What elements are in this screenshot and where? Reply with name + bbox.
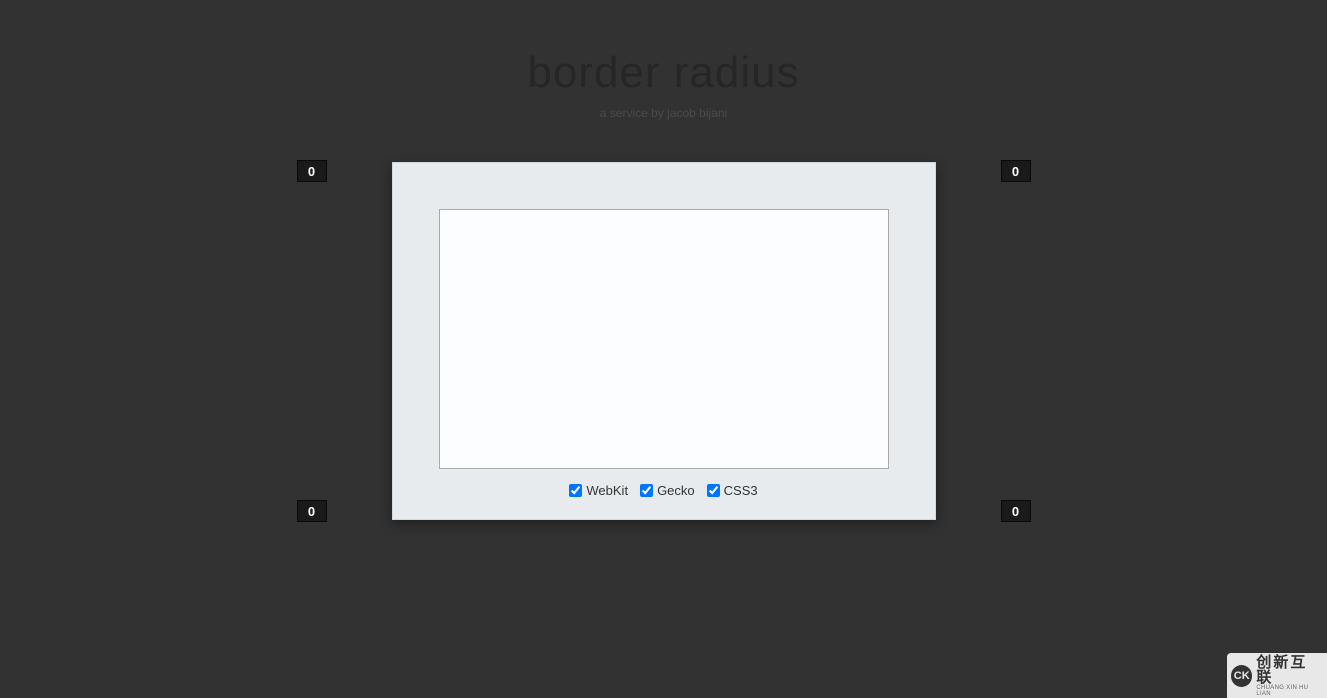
css3-label[interactable]: CSS3 <box>724 483 758 498</box>
corner-top-left-input[interactable] <box>297 160 327 182</box>
gecko-checkbox[interactable] <box>640 484 653 497</box>
watermark-sub-text: CHUANG XIN HU LIAN <box>1256 685 1323 697</box>
webkit-label[interactable]: WebKit <box>586 483 628 498</box>
corner-bottom-left-input[interactable] <box>297 500 327 522</box>
watermark-main-text: 创新互联 <box>1256 655 1323 685</box>
webkit-checkbox[interactable] <box>569 484 582 497</box>
corner-top-right-input[interactable] <box>1001 160 1031 182</box>
page-title: border radius <box>0 48 1327 98</box>
border-radius-preview <box>439 209 889 469</box>
css3-checkbox-group: CSS3 <box>707 483 758 498</box>
corner-bottom-right-input[interactable] <box>1001 500 1031 522</box>
gecko-label[interactable]: Gecko <box>657 483 695 498</box>
checkbox-row: WebKit Gecko CSS3 <box>439 483 889 498</box>
watermark-icon: CK <box>1231 665 1252 687</box>
watermark-text-group: 创新互联 CHUANG XIN HU LIAN <box>1256 655 1323 697</box>
gecko-checkbox-group: Gecko <box>640 483 695 498</box>
watermark-badge: CK 创新互联 CHUANG XIN HU LIAN <box>1227 653 1327 698</box>
main-container: WebKit Gecko CSS3 <box>344 162 984 520</box>
page-subtitle: a service by jacob bijani <box>0 106 1327 120</box>
css3-checkbox[interactable] <box>707 484 720 497</box>
preview-panel: WebKit Gecko CSS3 <box>392 162 936 520</box>
webkit-checkbox-group: WebKit <box>569 483 628 498</box>
